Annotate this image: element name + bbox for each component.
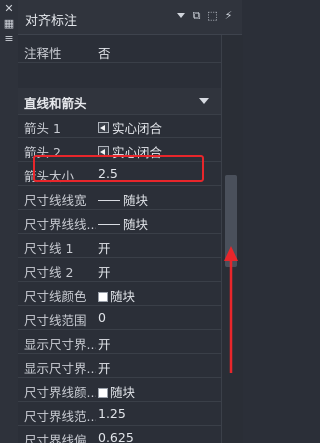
property-value[interactable]: 实心闭合 [98,118,162,137]
select-objects-icon[interactable]: ⬚ [206,9,219,22]
properties-list: 注释性 否 直线和箭头 箭头 1 实心闭合 箭头 2 实心闭合 箭头大小 2.5… [18,35,221,443]
property-value[interactable]: 随块 [98,382,135,401]
lineweight-icon [98,200,120,201]
color-swatch [98,388,108,398]
property-label: 箭头 1 [24,121,61,136]
property-label: 尺寸界线偏... [24,433,96,443]
property-label: 注释性 [24,46,62,61]
chevron-down-icon[interactable] [177,13,185,18]
property-value[interactable]: 开 [98,262,111,281]
property-label: 尺寸界线线... [24,217,96,232]
property-label: 尺寸线颜色 [24,289,87,304]
property-row-dim-line2[interactable]: 尺寸线 2 开 [18,258,221,282]
color-swatch [98,292,108,302]
arrow-head [224,246,238,261]
property-label: 尺寸线范围 [24,313,87,328]
property-label: 尺寸线线宽 [24,193,87,208]
property-row-show-ext2[interactable]: 显示尺寸界... 开 [18,354,221,378]
section-lines-arrows[interactable]: 直线和箭头 [18,88,221,115]
object-type-selector[interactable]: 对齐标注 ⧉ ⬚ ⚡ [18,0,242,35]
property-value[interactable]: 开 [98,334,111,353]
property-value[interactable]: 否 [98,43,111,62]
property-row-ext-color[interactable]: 尺寸界线颜... 随块 [18,378,221,402]
property-row-ext-linewidth[interactable]: 尺寸界线线... 随块 [18,210,221,234]
vertical-scrollbar[interactable] [221,35,243,443]
toggle-pickadd-icon[interactable]: ⧉ [190,9,203,22]
lineweight-icon [98,224,120,225]
property-row-show-ext1[interactable]: 显示尺寸界... 开 [18,330,221,354]
property-value[interactable]: 开 [98,358,111,377]
arrowhead-icon [98,122,109,133]
collapse-icon[interactable] [199,98,209,104]
property-label: 显示尺寸界... [24,361,96,376]
property-row-arrow1[interactable]: 箭头 1 实心闭合 [18,114,221,138]
property-label: 尺寸界线范... [24,409,96,424]
property-value[interactable]: 0.625 [98,430,134,443]
property-label: 尺寸线 2 [24,265,74,280]
property-row-annotative[interactable]: 注释性 否 [18,39,221,63]
highlight-annotation-box [33,155,204,182]
property-value[interactable]: 随块 [98,190,148,209]
menu-icon[interactable]: ≡ [3,33,15,45]
property-row-dim-linewidth[interactable]: 尺寸线线宽 随块 [18,186,221,210]
property-value[interactable]: 开 [98,238,111,257]
section-title: 直线和箭头 [24,96,87,111]
property-value[interactable]: 1.25 [98,406,126,421]
property-value[interactable]: 随块 [98,286,135,305]
quick-select-icon[interactable]: ⚡ [222,9,235,22]
left-toolbar-strip: ✕ ▦ ≡ [0,0,19,443]
property-label: 显示尺寸界... [24,337,96,352]
properties-icon[interactable]: ▦ [3,18,15,30]
property-label: 尺寸界线颜... [24,385,96,400]
pin-icon[interactable]: ✕ [3,3,15,15]
property-row-ext-range[interactable]: 尺寸界线范... 1.25 [18,402,221,426]
property-label: 尺寸线 1 [24,241,74,256]
object-type-title: 对齐标注 [25,14,78,29]
property-value[interactable]: 随块 [98,214,148,233]
property-row-dim-line-ext[interactable]: 尺寸线范围 0 [18,306,221,330]
property-value[interactable]: 0 [98,310,106,325]
property-row-dim-line-color[interactable]: 尺寸线颜色 随块 [18,282,221,306]
property-row-ext-offset[interactable]: 尺寸界线偏... 0.625 [18,426,221,443]
property-row-dim-line1[interactable]: 尺寸线 1 开 [18,234,221,258]
scroll-up-arrow [224,246,238,373]
